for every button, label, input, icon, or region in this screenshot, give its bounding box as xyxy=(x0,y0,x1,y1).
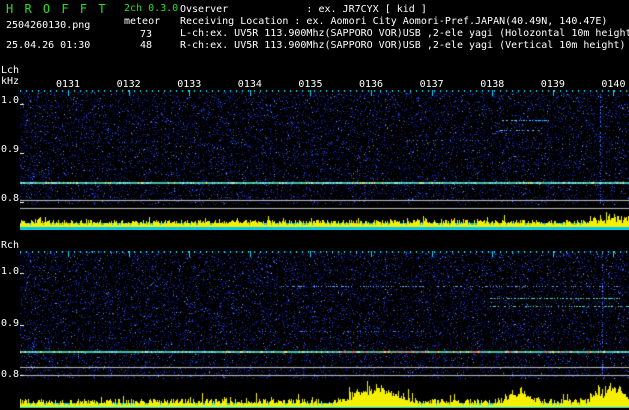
datetime-label: 25.04.26 01:30 xyxy=(6,40,91,51)
filename-label: 2504260130.png xyxy=(6,20,91,31)
lch-time-tick: 0131 xyxy=(56,79,81,90)
lch-label: Lch xyxy=(1,65,20,76)
lch-time-tick: 0132 xyxy=(116,79,141,90)
observer-line: Ovserver : ex. JR7CYX [ kid ] xyxy=(180,4,427,15)
frequency-tick-label: 0.8 xyxy=(1,369,20,380)
lch-count: 73 xyxy=(140,29,153,40)
location-line: Receiving Location : ex. Aomori City Aom… xyxy=(180,16,608,27)
lch-time-tick: 0134 xyxy=(237,79,262,90)
frequency-tick-label: 0.8 xyxy=(1,193,20,204)
frequency-tick-label: 0.9 xyxy=(1,144,20,155)
lch-unit: kHz xyxy=(1,76,20,87)
mode-label: 2ch 0.3.0 xyxy=(124,3,179,14)
lch-time-tick: 0139 xyxy=(540,79,565,90)
rch-label: Rch xyxy=(1,240,20,251)
lch-spectrogram xyxy=(20,90,629,230)
lch-time-tick: 0137 xyxy=(419,79,444,90)
frequency-tick-label: 1.0 xyxy=(1,95,20,106)
lch-time-tick: 0140 xyxy=(601,79,626,90)
lch-config-line: L-ch:ex. UV5R 113.900Mhz(SAPPORO VOR)USB… xyxy=(180,28,629,39)
lch-time-tick: 0136 xyxy=(359,79,384,90)
frequency-tick-label: 1.0 xyxy=(1,266,20,277)
frequency-tick-label: 0.9 xyxy=(1,318,20,329)
rch-config-line: R-ch:ex. UV5R 113.900Mhz(SAPPORO VOR)USB… xyxy=(180,40,626,51)
meteor-label: meteor xyxy=(124,16,161,27)
rch-spectrogram xyxy=(20,251,629,408)
lch-time-tick: 0135 xyxy=(298,79,323,90)
rch-count: 48 xyxy=(140,40,153,51)
lch-time-tick: 0133 xyxy=(177,79,202,90)
app-title: H R O F F T xyxy=(6,2,108,16)
lch-time-tick: 0138 xyxy=(480,79,505,90)
